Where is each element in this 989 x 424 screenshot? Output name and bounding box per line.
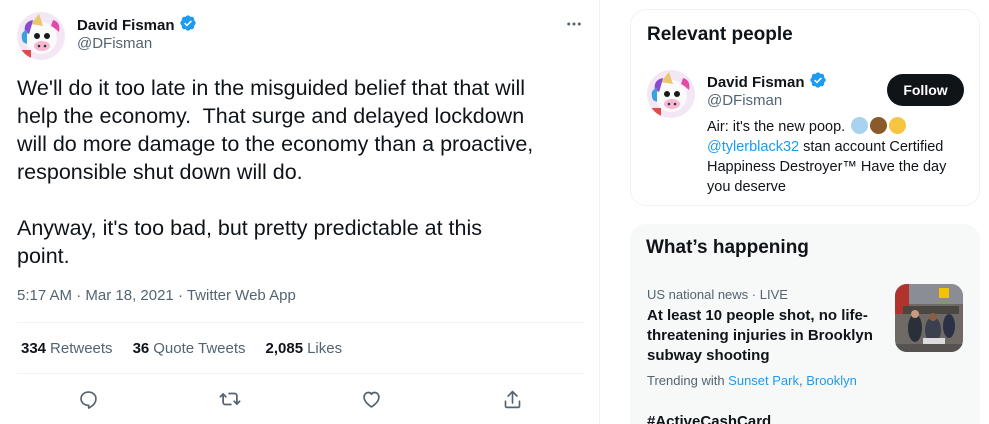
tweet-client[interactable]: Twitter Web App — [187, 287, 296, 304]
bio-mention-link[interactable]: @tylerblack32 — [707, 139, 799, 155]
tweet-stats: 334 Retweets 36 Quote Tweets 2,085 Likes — [21, 340, 342, 357]
retweets-label: Retweets — [50, 340, 113, 357]
relevant-person-handle[interactable]: @DFisman — [707, 92, 782, 109]
relevant-person-name[interactable]: David Fisman — [707, 71, 827, 93]
trend-thumbnail[interactable] — [895, 284, 963, 352]
retweet-icon[interactable] — [217, 386, 243, 412]
more-icon[interactable] — [560, 10, 588, 38]
relevant-people-title: Relevant people — [647, 24, 793, 45]
trending-with-link[interactable]: Brooklyn — [806, 373, 857, 388]
divider — [17, 322, 584, 323]
tweet-time[interactable]: 5:17 AM — [17, 287, 72, 304]
like-icon[interactable] — [358, 386, 384, 412]
divider — [17, 373, 584, 374]
meta-separator: · — [72, 287, 86, 304]
trend-item[interactable]: #ActiveCashCard — [647, 413, 771, 424]
tweet-detail: David Fisman @DFisman We'll do it too la… — [0, 0, 600, 424]
quotes-label: Quote Tweets — [153, 340, 246, 357]
author-name-text[interactable]: David Fisman — [77, 17, 175, 34]
likes-count: 2,085 — [265, 340, 304, 357]
retweets-stat[interactable]: 334 Retweets — [21, 340, 113, 357]
meta-separator: · — [173, 287, 187, 304]
trending-with: Trending with Sunset Park, Brooklyn — [647, 373, 857, 388]
wind-emoji-icon — [851, 117, 869, 134]
mask-face-emoji-icon — [889, 117, 907, 134]
whats-happening-title: What’s happening — [646, 237, 809, 258]
quote-tweets-stat[interactable]: 36 Quote Tweets — [133, 340, 246, 357]
relevant-person-avatar[interactable] — [647, 70, 695, 118]
whats-happening-panel: What’s happening US national news · LIVE… — [630, 224, 980, 424]
bio-text: Air: it's the new poop. — [707, 119, 850, 135]
tweet-text: We'll do it too late in the misguided be… — [17, 76, 534, 268]
trending-with-link[interactable]: Sunset Park — [728, 373, 799, 388]
relevant-person-name-text[interactable]: David Fisman — [707, 74, 805, 91]
retweets-count: 334 — [21, 340, 47, 357]
share-icon[interactable] — [499, 386, 525, 412]
poop-emoji-icon — [870, 117, 888, 134]
tweet-actions — [0, 380, 600, 418]
quotes-count: 36 — [132, 340, 150, 357]
trend-meta: US national news · LIVE — [647, 287, 788, 302]
verified-badge-icon — [179, 14, 197, 36]
verified-badge-icon — [809, 71, 827, 93]
author-avatar[interactable] — [17, 12, 65, 60]
tweet-date[interactable]: Mar 18, 2021 — [85, 287, 173, 304]
author-name[interactable]: David Fisman — [77, 14, 197, 36]
trending-with-label: Trending with — [647, 373, 729, 388]
trend-hashtag[interactable]: #ActiveCashCard — [647, 413, 771, 424]
relevant-person-bio: Air: it's the new poop. @tylerblack32 st… — [707, 117, 969, 197]
author-handle[interactable]: @DFisman — [77, 35, 152, 52]
relevant-people-panel: Relevant people David Fisman @DFisman Fo… — [630, 9, 980, 206]
likes-label: Likes — [307, 340, 343, 357]
likes-stat[interactable]: 2,085 Likes — [266, 340, 343, 357]
tweet-timestamp: 5:17 AM · Mar 18, 2021 · Twitter Web App — [17, 287, 296, 304]
reply-icon[interactable] — [75, 386, 101, 412]
follow-button[interactable]: Follow — [887, 74, 964, 106]
trend-headline[interactable]: At least 10 people shot, no life-threate… — [647, 306, 887, 366]
